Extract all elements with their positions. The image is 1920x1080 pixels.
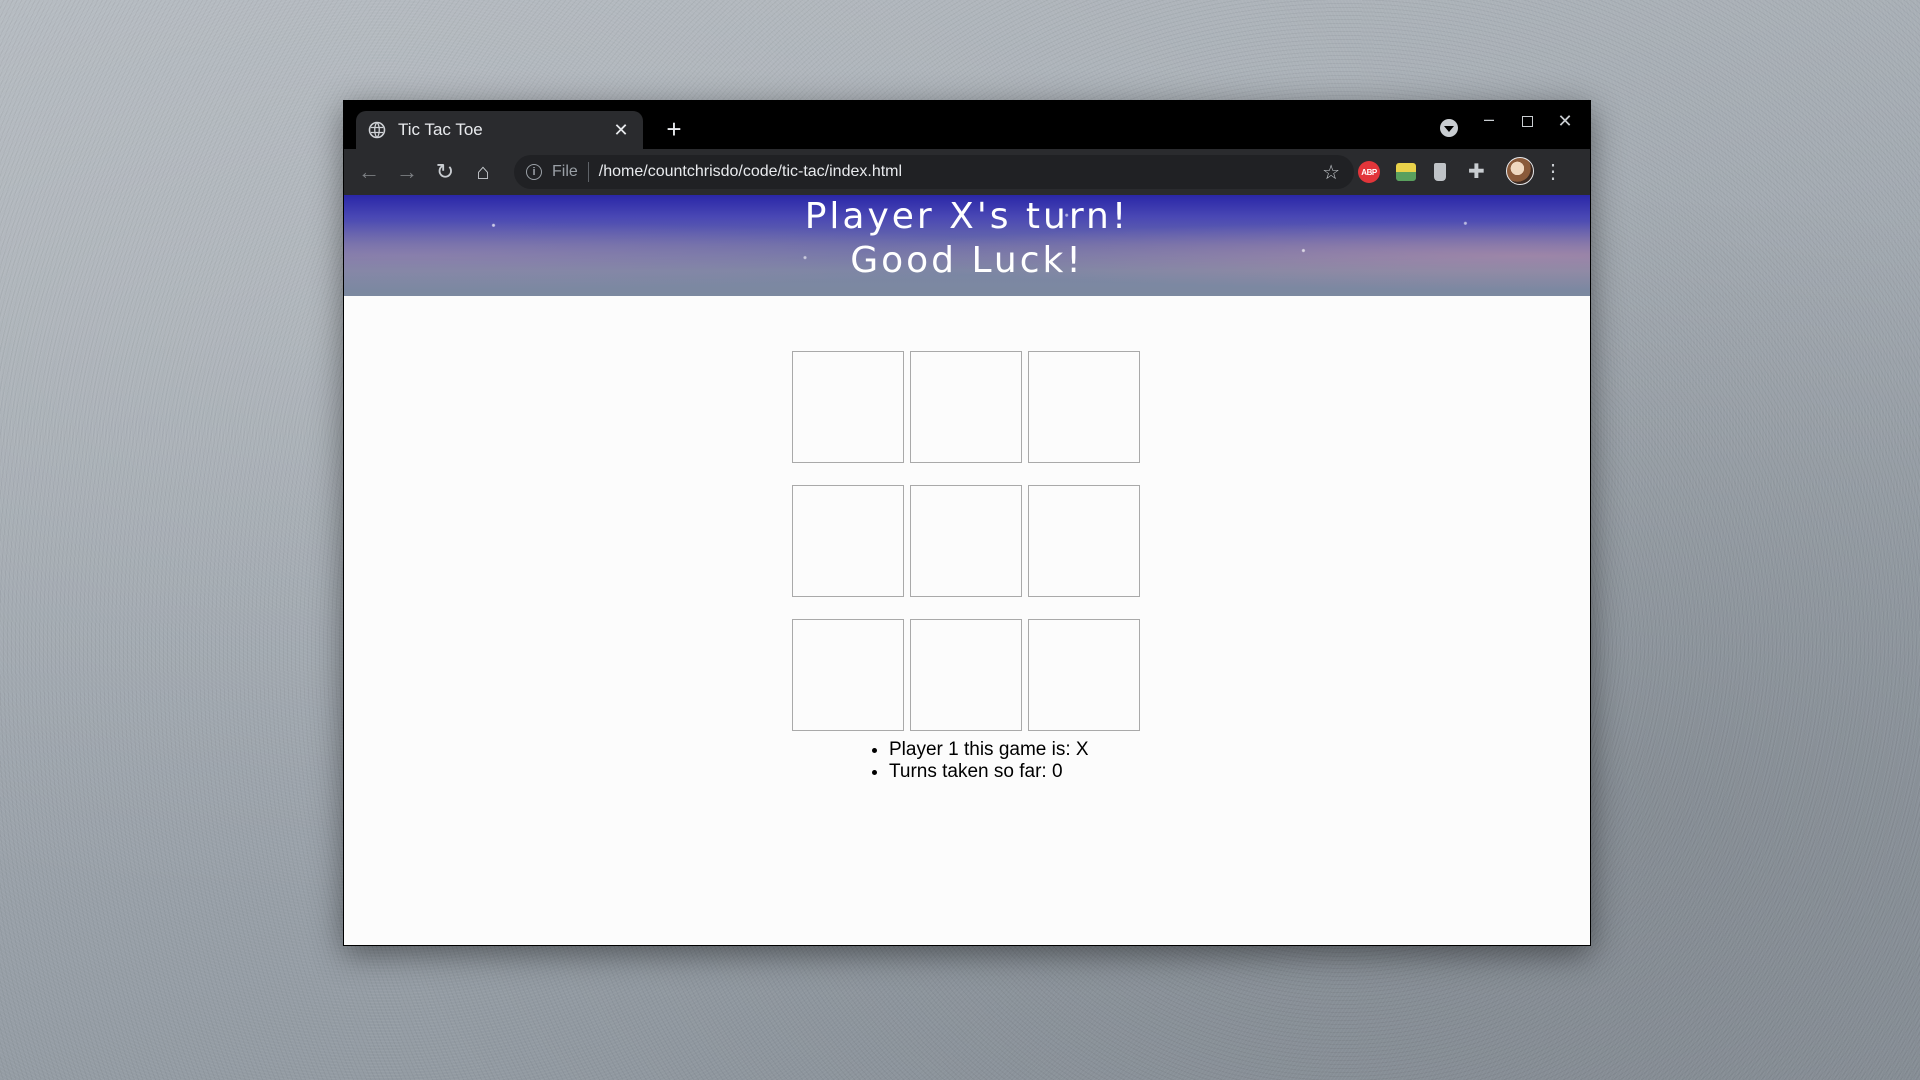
address-bar[interactable]: i File /home/countchrisdo/code/tic-tac/i… — [514, 155, 1354, 189]
forward-button[interactable]: → — [392, 157, 422, 187]
game-info-list: Player 1 this game is: X Turns taken so … — [889, 739, 1089, 783]
board-cell[interactable] — [1028, 485, 1140, 597]
url-text[interactable]: /home/countchrisdo/code/tic-tac/index.ht… — [599, 163, 902, 181]
close-window-button[interactable]: ✕ — [1552, 111, 1578, 132]
board-cell[interactable] — [792, 485, 904, 597]
board-cell[interactable] — [910, 619, 1022, 731]
turns-info: Turns taken so far: 0 — [889, 761, 1089, 783]
scheme-label: File — [552, 163, 578, 180]
jar-extension-icon[interactable] — [1434, 163, 1446, 181]
adblock-extension-icon[interactable]: ABP — [1358, 161, 1380, 183]
turn-heading: Player X's turn! — [804, 196, 1130, 237]
bookmark-star-icon[interactable]: ☆ — [1322, 160, 1340, 185]
page-viewport: Player X's turn! Good Luck! Player 1 thi… — [344, 195, 1590, 945]
tab-close-icon[interactable]: ✕ — [611, 120, 631, 141]
reload-button[interactable]: ↻ — [430, 157, 460, 187]
browser-toolbar: ← → ↻ ⌂ i File /home/countchrisdo/code/t… — [344, 149, 1590, 195]
board-cell[interactable] — [792, 619, 904, 731]
tab-title: Tic Tac Toe — [398, 120, 483, 139]
browser-menu-icon[interactable]: ⋮ — [1542, 159, 1564, 183]
browser-tab[interactable]: Tic Tac Toe ✕ — [356, 111, 643, 149]
board-cell[interactable] — [910, 351, 1022, 463]
minimize-button[interactable]: – — [1476, 109, 1502, 130]
profile-avatar[interactable] — [1506, 157, 1534, 185]
maximize-icon — [1521, 116, 1533, 127]
info-icon[interactable]: i — [526, 164, 542, 180]
board-cell[interactable] — [910, 485, 1022, 597]
page-header: Player X's turn! Good Luck! — [344, 195, 1590, 296]
player1-info: Player 1 this game is: X — [889, 739, 1089, 761]
tab-search-icon[interactable] — [1440, 119, 1458, 137]
omnibox-divider — [587, 162, 589, 182]
new-tab-button[interactable]: + — [660, 115, 688, 143]
board-cell[interactable] — [792, 351, 904, 463]
browser-titlebar: Tic Tac Toe ✕ + – ✕ — [344, 101, 1590, 149]
maximize-button[interactable] — [1514, 111, 1540, 132]
home-button[interactable]: ⌂ — [468, 157, 498, 187]
extensions-puzzle-icon[interactable]: ✚ — [1468, 159, 1490, 183]
back-button[interactable]: ← — [354, 157, 384, 187]
notes-extension-icon[interactable] — [1396, 163, 1416, 181]
good-luck-heading: Good Luck! — [850, 240, 1084, 281]
globe-icon — [368, 121, 386, 139]
browser-window: Tic Tac Toe ✕ + – ✕ ← → ↻ ⌂ i File /home… — [343, 100, 1591, 946]
board-cell[interactable] — [1028, 619, 1140, 731]
board-cell[interactable] — [1028, 351, 1140, 463]
